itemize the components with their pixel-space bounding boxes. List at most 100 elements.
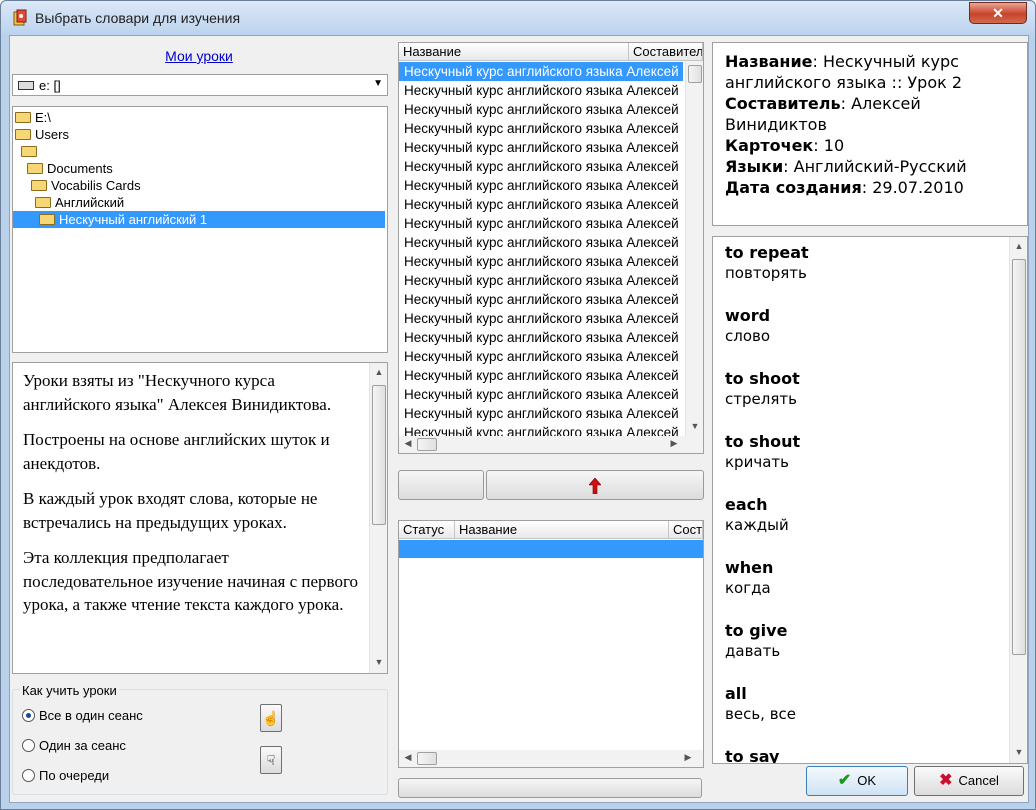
folder-icon xyxy=(21,146,37,157)
info-key: Языки xyxy=(725,157,784,176)
scroll-thumb[interactable] xyxy=(417,752,437,765)
word-card: word слово xyxy=(725,306,770,347)
selected-list-hscrollbar[interactable]: ◀ ▶ xyxy=(399,750,703,767)
cancel-button[interactable]: ✖ Cancel xyxy=(914,766,1024,796)
column-header-name[interactable]: Название xyxy=(399,43,629,61)
info-line: Дата создания: 29.07.2010 xyxy=(725,177,1015,198)
tree-item[interactable]: Vocabilis Cards xyxy=(13,177,141,194)
scroll-up-icon[interactable]: ▲ xyxy=(1010,241,1027,251)
selected-lessons-list[interactable]: Статус Название Составитель ◀ ▶ xyxy=(398,520,704,768)
scroll-down-icon[interactable]: ▼ xyxy=(686,421,703,431)
radio-label: Все в один сеанс xyxy=(39,708,143,723)
my-lessons-link[interactable]: Мои уроки xyxy=(10,48,388,64)
word-translation: кричать xyxy=(725,453,789,471)
radio-label: По очереди xyxy=(39,768,110,783)
radio-circle[interactable] xyxy=(22,709,35,722)
lesson-list-vscrollbar[interactable]: ▼ xyxy=(685,61,703,437)
study-mode-radio[interactable]: Один за сеанс xyxy=(22,738,126,753)
tree-item[interactable] xyxy=(13,143,41,160)
move-up-button[interactable]: ☝ xyxy=(260,704,282,732)
add-to-selection-button[interactable] xyxy=(486,470,704,500)
lesson-list-hscrollbar[interactable]: ◀ ▶ xyxy=(399,436,703,453)
scroll-thumb[interactable] xyxy=(417,438,437,451)
info-key: Карточек xyxy=(725,136,814,155)
lesson-list-row[interactable]: Нескучный курс английского языка Алексей… xyxy=(399,119,683,138)
lesson-list-row[interactable]: Нескучный курс английского языка Алексей… xyxy=(399,290,683,309)
lesson-list-row[interactable]: Нескучный курс английского языка Алексей… xyxy=(399,195,683,214)
word-translation: давать xyxy=(725,642,781,660)
lesson-list[interactable]: Название Составитель Нескучный курс англ… xyxy=(398,42,704,454)
ok-button[interactable]: ✔ OK xyxy=(806,766,908,796)
lesson-list-row[interactable]: Нескучный курс английского языка Алексей… xyxy=(399,138,683,157)
tree-item[interactable]: Documents xyxy=(13,160,113,177)
scroll-left-icon[interactable]: ◀ xyxy=(403,752,413,763)
scroll-down-icon[interactable]: ▼ xyxy=(1010,747,1027,757)
word-translation: весь, все xyxy=(725,705,797,723)
tree-item-label: Нескучный английский 1 xyxy=(59,212,208,227)
scroll-right-icon[interactable]: ▶ xyxy=(683,752,693,763)
selected-list-row[interactable] xyxy=(399,540,703,558)
tree-item[interactable]: E:\ xyxy=(13,109,51,126)
lesson-description: Уроки взяты из "Нескучного курса английс… xyxy=(12,362,388,674)
study-mode-radio[interactable]: По очереди xyxy=(22,768,109,783)
description-scrollbar[interactable]: ▲ ▼ xyxy=(369,363,387,673)
scroll-thumb[interactable] xyxy=(688,65,702,83)
study-mode-radio[interactable]: Все в один сеанс xyxy=(22,708,143,723)
radio-circle[interactable] xyxy=(22,739,35,752)
info-value: 29.07.2010 xyxy=(872,178,964,197)
word-term: to give xyxy=(725,621,788,640)
lesson-list-row[interactable]: Нескучный курс английского языка Алексей… xyxy=(399,100,683,119)
lesson-list-row[interactable]: Нескучный курс английского языка Алексей… xyxy=(399,62,683,81)
folder-tree[interactable]: E:\ Users Documents Vocabilis Cards Английск… xyxy=(12,106,388,353)
word-list-scrollbar[interactable]: ▲ ▼ xyxy=(1009,237,1027,763)
folder-icon xyxy=(39,214,55,225)
folder-icon xyxy=(27,163,43,174)
word-term: to repeat xyxy=(725,243,809,262)
column-header-name[interactable]: Название xyxy=(455,521,669,539)
tree-item[interactable]: Users xyxy=(13,126,69,143)
scroll-thumb[interactable] xyxy=(372,385,386,525)
word-card: to repeat повторять xyxy=(725,243,809,284)
word-card: to shout кричать xyxy=(725,432,800,473)
lesson-list-row[interactable]: Нескучный курс английского языка Алексей… xyxy=(399,81,683,100)
tree-item[interactable]: Английский xyxy=(13,194,124,211)
lesson-list-row[interactable]: Нескучный курс английского языка Алексей… xyxy=(399,214,683,233)
lesson-list-row[interactable]: Нескучный курс английского языка Алексей… xyxy=(399,328,683,347)
drive-select[interactable]: e: [] ▼ xyxy=(12,74,388,96)
dialog-window: Выбрать словари для изучения ✕ Мои уроки… xyxy=(0,0,1036,810)
lesson-list-row[interactable]: Нескучный курс английского языка Алексей… xyxy=(399,176,683,195)
word-term: to shoot xyxy=(725,369,800,388)
word-term: when xyxy=(725,558,774,577)
lesson-list-row[interactable]: Нескучный курс английского языка Алексей… xyxy=(399,252,683,271)
lesson-list-row[interactable]: Нескучный курс английского языка Алексей… xyxy=(399,233,683,252)
app-icon xyxy=(13,9,27,26)
radio-circle[interactable] xyxy=(22,769,35,782)
lesson-list-row[interactable]: Нескучный курс английского языка Алексей… xyxy=(399,385,683,404)
lesson-list-header: Название Составитель xyxy=(399,43,703,61)
move-down-button[interactable]: ☟ xyxy=(260,746,282,774)
close-button[interactable]: ✕ xyxy=(969,2,1027,24)
column-header-author[interactable]: Составитель xyxy=(669,521,703,539)
column-header-status[interactable]: Статус xyxy=(399,521,455,539)
lesson-list-row[interactable]: Нескучный курс английского языка Алексей… xyxy=(399,157,683,176)
lesson-list-row[interactable]: Нескучный курс английского языка Алексей… xyxy=(399,271,683,290)
lesson-list-row[interactable]: Нескучный курс английского языка Алексей… xyxy=(399,404,683,423)
close-icon: ✕ xyxy=(992,5,1004,21)
word-card: all весь, все xyxy=(725,684,796,725)
lesson-list-row[interactable]: Нескучный курс английского языка Алексей… xyxy=(399,366,683,385)
chevron-down-icon[interactable]: ▼ xyxy=(373,78,383,89)
selected-list-header: Статус Название Составитель xyxy=(399,521,703,539)
scroll-left-icon[interactable]: ◀ xyxy=(403,438,413,449)
lesson-list-row[interactable]: Нескучный курс английского языка Алексей… xyxy=(399,347,683,366)
lesson-list-row[interactable]: Нескучный курс английского языка Алексей… xyxy=(399,309,683,328)
move-left-button[interactable] xyxy=(398,470,484,500)
scroll-right-icon[interactable]: ▶ xyxy=(669,438,679,449)
word-translation: каждый xyxy=(725,516,789,534)
title-bar[interactable]: Выбрать словари для изучения ✕ xyxy=(1,1,1035,35)
scroll-up-icon[interactable]: ▲ xyxy=(370,367,388,377)
column-header-author[interactable]: Составитель xyxy=(629,43,703,61)
scroll-thumb[interactable] xyxy=(1012,259,1026,655)
description-paragraph: В каждый урок входят слова, которые не в… xyxy=(23,489,318,532)
tree-item[interactable]: Нескучный английский 1 xyxy=(13,211,385,228)
scroll-down-icon[interactable]: ▼ xyxy=(370,657,388,667)
